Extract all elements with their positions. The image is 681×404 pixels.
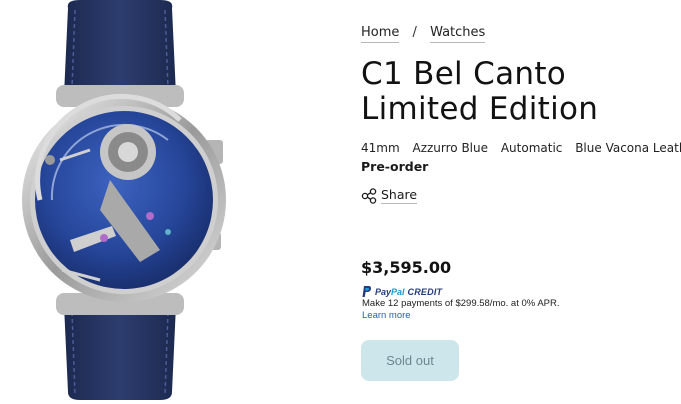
paypal-credit-logo: Pay Pal CREDIT	[362, 286, 442, 297]
learn-more-link[interactable]: Learn more	[362, 310, 411, 321]
availability-status: Pre-order	[361, 159, 429, 174]
paypal-payments-text: Make 12 payments of $299.58/mo. at 0% AP…	[362, 298, 560, 309]
product-image	[0, 0, 345, 400]
product-info: Home / Watches C1 Bel Canto Limited Edit…	[361, 0, 681, 400]
product-price: $3,595.00	[361, 258, 452, 277]
spec-size: 41mm	[361, 141, 400, 155]
watch-illustration	[22, 0, 226, 400]
share-label: Share	[381, 187, 418, 204]
share-button[interactable]: Share	[361, 187, 418, 204]
breadcrumb-watches-link[interactable]: Watches	[430, 25, 486, 43]
breadcrumb-separator: /	[412, 25, 417, 40]
spec-color: Azzurro Blue	[412, 141, 488, 155]
product-specs: 41mm Azzurro Blue Automatic Blue Vacona …	[361, 141, 681, 155]
product-title: C1 Bel Canto Limited Edition	[361, 56, 599, 127]
paypal-credit-text: CREDIT	[407, 286, 443, 297]
spec-movement: Automatic	[500, 141, 563, 155]
sold-out-button[interactable]: Sold out	[361, 340, 459, 381]
breadcrumb: Home / Watches	[361, 25, 486, 43]
paypal-word-pay: Pay	[375, 286, 392, 297]
paypal-icon	[362, 286, 372, 297]
paypal-word-pal: Pal	[391, 286, 405, 297]
spec-strap: Blue Vacona Leather	[575, 141, 681, 155]
breadcrumb-home-link[interactable]: Home	[361, 25, 400, 43]
share-icon	[361, 187, 377, 204]
